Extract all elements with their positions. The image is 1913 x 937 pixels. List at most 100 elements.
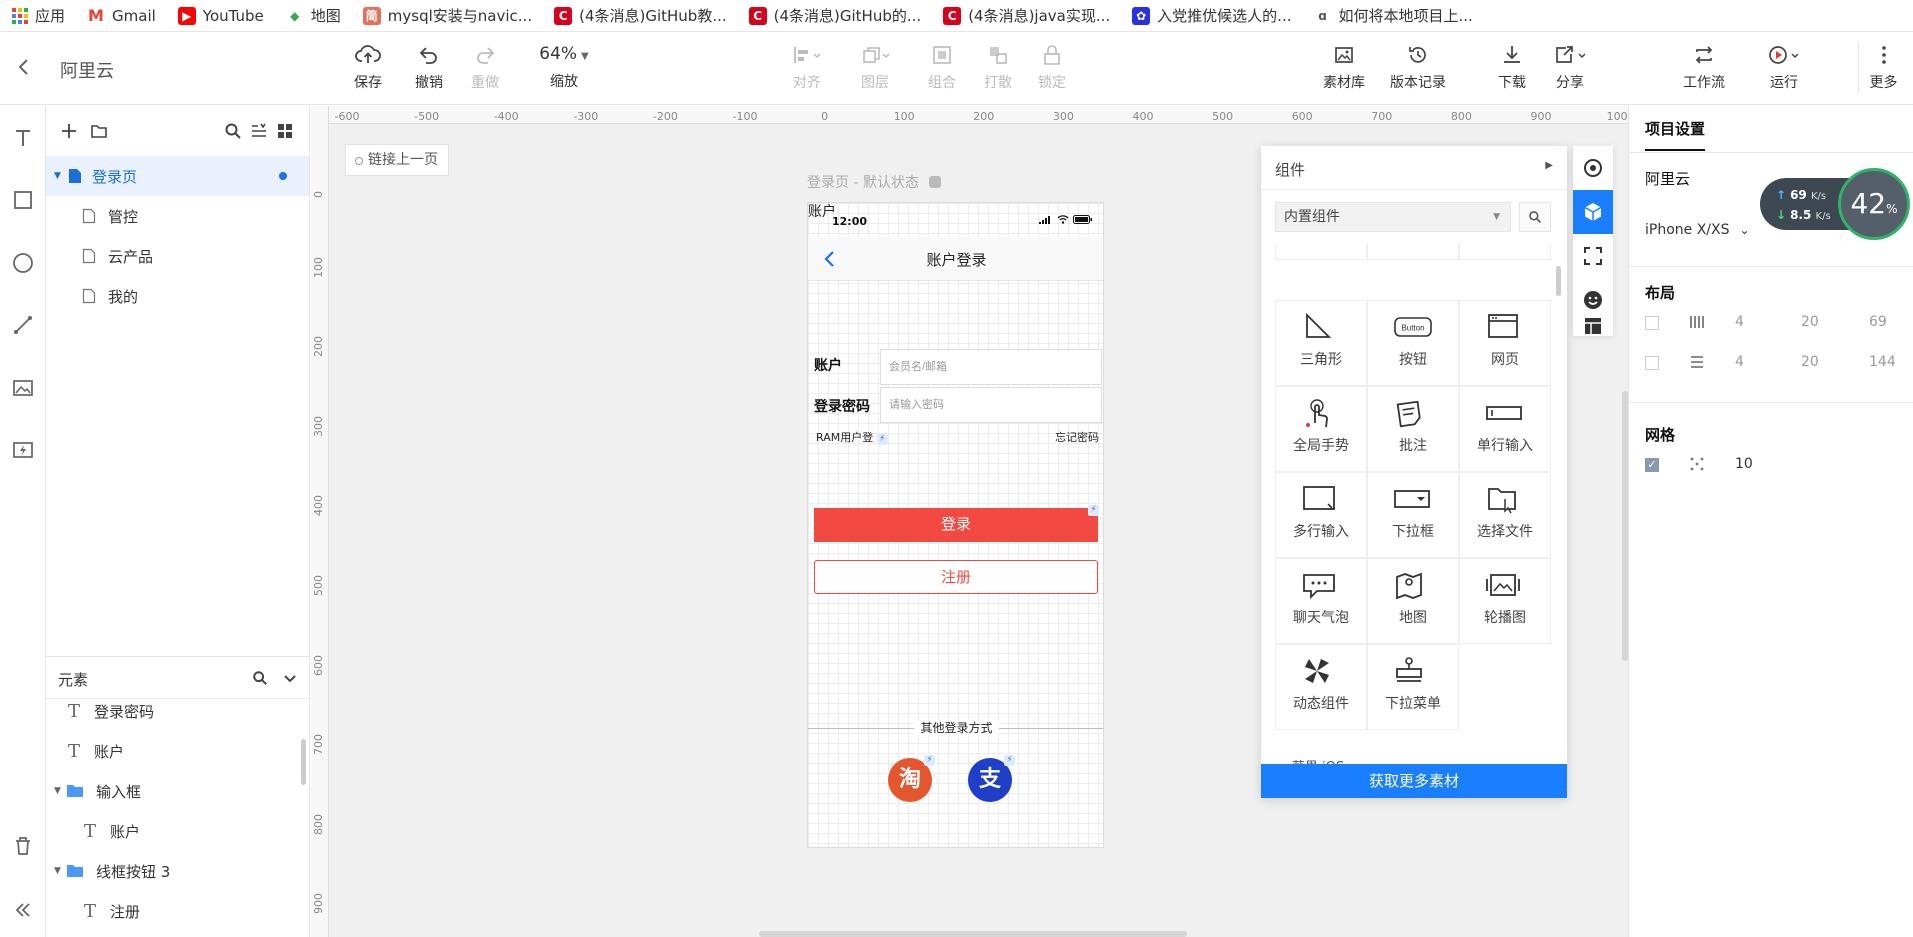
assets-button[interactable]: 素材库 <box>1314 43 1374 92</box>
layout-count[interactable]: 4 <box>1735 354 1744 370</box>
settings-hex-icon[interactable] <box>929 176 942 188</box>
component-webpage[interactable]: 网页 <box>1459 300 1551 386</box>
layout-size[interactable]: 144 <box>1869 354 1896 370</box>
component-triangle[interactable]: 三角形 <box>1459 244 1551 260</box>
project-settings-tab[interactable]: 项目设置 <box>1645 118 1706 151</box>
component-dynamic-component[interactable]: 动态组件 <box>1275 644 1367 730</box>
login-button[interactable]: 登录 <box>814 508 1098 542</box>
grid-checkbox[interactable]: ✓ <box>1645 458 1659 472</box>
image-tool[interactable] <box>9 374 37 402</box>
component-right-triangle[interactable]: 三角形 <box>1275 300 1367 386</box>
layout-gutter[interactable]: 20 <box>1801 354 1819 370</box>
line-tool[interactable] <box>9 311 37 339</box>
layout-count[interactable]: 4 <box>1735 314 1744 330</box>
bookmark-2[interactable]: ▶ YouTube <box>177 6 264 25</box>
search-elements-button[interactable] <box>252 670 268 690</box>
layout-size[interactable]: 69 <box>1869 314 1887 330</box>
design-canvas[interactable]: -600 -500 -400 -300 -200 -100 0 100 200 300 400 500… <box>311 106 1628 937</box>
add-folder-button[interactable] <box>90 122 108 140</box>
component-search-button[interactable] <box>1519 202 1551 232</box>
component-arrow[interactable]: 箭头 <box>1275 244 1367 260</box>
page-item-1[interactable]: 管控 <box>46 196 309 236</box>
bookmark-6[interactable]: C (4条消息)GitHub的... <box>748 5 921 26</box>
collapse-panel-button[interactable] <box>9 896 37 924</box>
share-button[interactable]: 分享 <box>1540 43 1600 92</box>
ellipse-tool[interactable] <box>9 249 37 277</box>
side-tab-template[interactable] <box>1573 316 1613 336</box>
side-tab-components[interactable] <box>1573 190 1613 234</box>
component-button[interactable]: Button 按钮 <box>1367 300 1459 386</box>
search-pages-button[interactable] <box>224 122 242 140</box>
zoom-control[interactable]: 64% ▼ 缩放 <box>526 43 602 91</box>
add-page-button[interactable] <box>60 122 78 140</box>
components-scrollbar[interactable] <box>1556 266 1561 296</box>
page-item-3[interactable]: 我的 <box>46 276 309 316</box>
element-item-2[interactable]: ▼ 输入框 <box>46 771 309 811</box>
delete-tool[interactable] <box>9 832 37 860</box>
register-button[interactable]: 注册 <box>814 560 1098 594</box>
component-dropdown-menu[interactable]: 下拉菜单 <box>1367 644 1459 730</box>
download-button[interactable]: 下载 <box>1482 43 1542 92</box>
element-item-4[interactable]: ▼ 线框按钮 3 <box>46 851 309 891</box>
component-dropdown[interactable]: 下拉框 <box>1367 472 1459 558</box>
rectangle-tool[interactable] <box>9 186 37 214</box>
component-chat-bubble[interactable]: 聊天气泡 <box>1275 558 1367 644</box>
account-input[interactable]: 会员名/邮箱 <box>880 349 1102 385</box>
workflow-button[interactable]: 工作流 <box>1674 43 1734 92</box>
layer-button[interactable]: 图层 <box>845 43 905 92</box>
component-file-select[interactable]: 选择文件 <box>1459 472 1551 558</box>
caret-down-icon[interactable]: ▼ <box>54 866 61 876</box>
bookmark-8[interactable]: ✿ 入党推优候选人的... <box>1132 5 1291 26</box>
collapse-elements-button[interactable] <box>282 670 298 690</box>
side-tab-target[interactable] <box>1573 146 1613 190</box>
interaction-tool[interactable] <box>9 436 37 464</box>
network-speed-widget[interactable]: ↑ 69 K/s ↓ 8.5 K/s 42% <box>1760 168 1910 240</box>
version-history-button[interactable]: 版本记录 <box>1386 43 1450 92</box>
side-tab-screen[interactable] <box>1573 234 1613 278</box>
bookmark-3[interactable]: ◆ 地图 <box>286 5 341 26</box>
run-button[interactable]: 运行 <box>1754 43 1814 92</box>
grid-size-value[interactable]: 10 <box>1735 456 1753 472</box>
component-category-select[interactable]: 内置组件 ▼ <box>1275 202 1511 232</box>
ram-login-link[interactable]: RAM用户登 ⚡ <box>816 429 888 445</box>
bookmark-1[interactable]: M Gmail <box>87 6 156 25</box>
project-name[interactable]: 阿里云 <box>1645 168 1690 189</box>
component-map[interactable]: 地图 <box>1367 558 1459 644</box>
layout-gutter[interactable]: 20 <box>1801 314 1819 330</box>
caret-right-icon[interactable]: ▶ <box>1545 160 1553 171</box>
layout-checkbox[interactable] <box>1645 316 1659 330</box>
layout-checkbox[interactable] <box>1645 356 1659 370</box>
component-gesture[interactable]: 全局手势 <box>1275 386 1367 472</box>
text-tool[interactable] <box>9 124 37 152</box>
bookmark-7[interactable]: C (4条消息)java实现... <box>943 5 1110 26</box>
bookmark-0[interactable]: 应用 <box>12 5 65 26</box>
ungroup-button[interactable]: 打散 <box>968 43 1028 92</box>
redo-button[interactable]: 重做 <box>455 43 515 92</box>
bookmark-9[interactable]: ɑ 如何将本地项目上... <box>1313 5 1473 26</box>
forgot-password-link[interactable]: 忘记密码 <box>1055 429 1099 445</box>
undo-button[interactable]: 撤销 <box>399 43 459 92</box>
bookmark-5[interactable]: C (4条消息)GitHub教... <box>554 5 727 26</box>
caret-down-icon[interactable]: ▼ <box>54 171 61 181</box>
component-carousel[interactable]: 轮播图 <box>1459 558 1551 644</box>
element-item-1[interactable]: T 账户 <box>46 731 309 771</box>
lock-button[interactable]: 锁定 <box>1022 43 1082 92</box>
device-select[interactable]: iPhone X/XS ⌄ <box>1645 222 1750 238</box>
bookmark-4[interactable]: 简 mysql安装与navic... <box>362 5 532 26</box>
caret-down-icon[interactable]: ▼ <box>54 786 61 796</box>
align-button[interactable]: 对齐 <box>777 43 837 92</box>
component-annotation[interactable]: 批注 <box>1367 386 1459 472</box>
link-previous-page-button[interactable]: 链接上一页 <box>345 144 449 176</box>
page-item-2[interactable]: 云产品 <box>46 236 309 276</box>
page-item-0[interactable]: ▼ 登录页 <box>46 156 309 196</box>
element-item-5[interactable]: T 注册 <box>46 891 309 931</box>
back-button[interactable] <box>12 55 36 79</box>
element-item-3[interactable]: T 账户 <box>46 811 309 851</box>
component-multiline-input[interactable]: 多行输入 <box>1275 472 1367 558</box>
elements-scrollbar[interactable] <box>301 739 306 785</box>
canvas-horizontal-scrollbar[interactable] <box>759 931 1187 937</box>
component-table[interactable]: 表格 <box>1367 244 1459 260</box>
get-more-assets-button[interactable]: 获取更多素材 <box>1261 764 1567 798</box>
component-single-input[interactable]: 单行输入 <box>1459 386 1551 472</box>
password-input[interactable]: 请输入密码 <box>880 387 1102 423</box>
